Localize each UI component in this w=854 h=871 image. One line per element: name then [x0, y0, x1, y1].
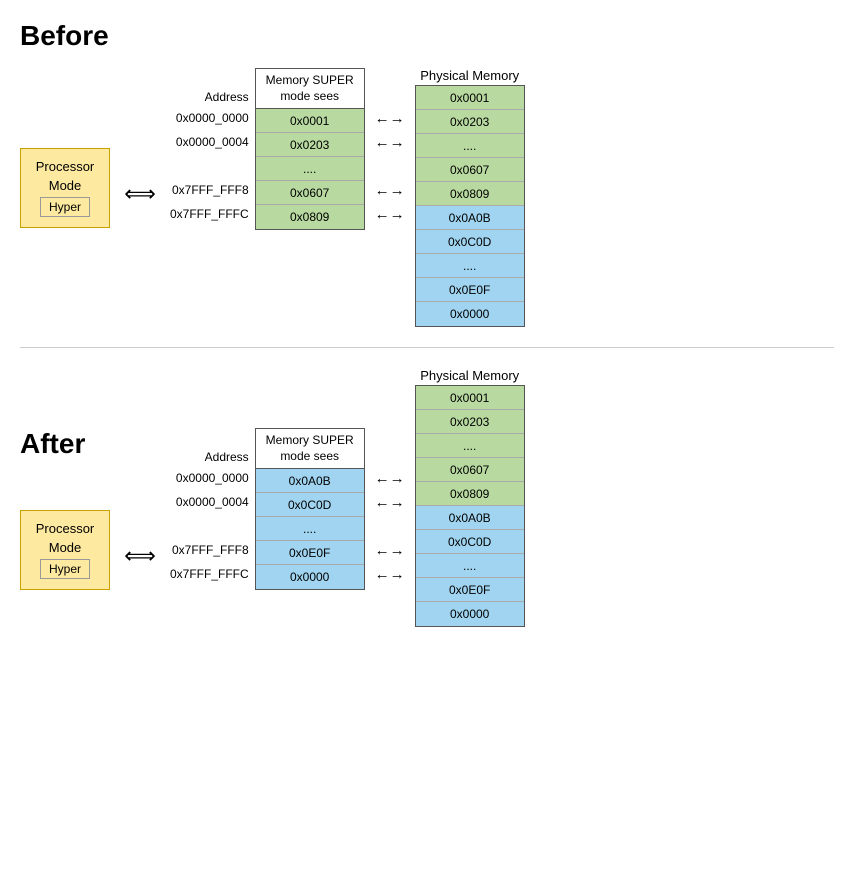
after-proc-arrow: ⟺ — [110, 543, 170, 569]
after-mem-header: Memory SUPERmode sees — [256, 429, 364, 469]
after-addr-header: Address — [170, 428, 249, 466]
before-phys-9: 0x0000 — [416, 302, 524, 326]
after-phys-1: 0x0203 — [416, 410, 524, 434]
after-addr-list: Address 0x0000_0000 0x0000_0004 0x7FFF_F… — [170, 428, 249, 586]
after-addr-2 — [170, 514, 249, 538]
after-phys-7: .... — [416, 554, 524, 578]
after-processor-line2: Mode — [49, 540, 82, 555]
before-phys-7: .... — [416, 254, 524, 278]
before-mem-1: 0x0203 — [256, 133, 364, 157]
after-left: After Processor Mode Hyper ⟺ — [20, 368, 170, 590]
after-phys-6: 0x0C0D — [416, 530, 524, 554]
after-title: After — [20, 428, 170, 460]
after-mem-2: .... — [256, 517, 364, 541]
before-phys-1: 0x0203 — [416, 110, 524, 134]
after-phys-4: 0x0809 — [416, 482, 524, 506]
before-addr-list: Address 0x0000_0000 0x0000_0004 0x7FFF_F… — [170, 68, 249, 226]
before-addr-4: 0x7FFF_FFFC — [170, 202, 249, 226]
after-arrow-3: ←→ — [365, 538, 415, 562]
after-arrow-1: ←→ — [365, 490, 415, 514]
after-addr-0: 0x0000_0000 — [170, 466, 249, 490]
before-addr-mem: Address 0x0000_0000 0x0000_0004 0x7FFF_F… — [170, 68, 365, 230]
after-processor-line1: Processor — [36, 521, 95, 536]
after-mem-col: Memory SUPERmode sees 0x0A0B 0x0C0D ....… — [255, 428, 365, 590]
after-phys-section: Physical Memory 0x0001 0x0203 .... 0x060… — [415, 368, 525, 627]
after-addr-4: 0x7FFF_FFFC — [170, 562, 249, 586]
before-addr-2 — [170, 154, 249, 178]
before-addr-header: Address — [170, 68, 249, 106]
before-phys-section: Physical Memory 0x0001 0x0203 .... 0x060… — [415, 68, 525, 327]
before-phys-2: .... — [416, 134, 524, 158]
before-addr-1: 0x0000_0004 — [170, 130, 249, 154]
before-phys-col: 0x0001 0x0203 .... 0x0607 0x0809 0x0A0B … — [415, 85, 525, 327]
after-phys-9: 0x0000 — [416, 602, 524, 626]
before-mem-0: 0x0001 — [256, 109, 364, 133]
after-processor-box: Processor Mode Hyper — [20, 510, 110, 590]
after-phys-8: 0x0E0F — [416, 578, 524, 602]
before-title: Before — [20, 20, 834, 52]
before-phys-4: 0x0809 — [416, 182, 524, 206]
before-mem-header: Memory SUPERmode sees — [256, 69, 364, 109]
before-hyper-label: Hyper — [40, 197, 90, 217]
before-phys-6: 0x0C0D — [416, 230, 524, 254]
after-hyper-label: Hyper — [40, 559, 90, 579]
before-arrow-spacer — [365, 154, 415, 178]
after-phys-col: 0x0001 0x0203 .... 0x0607 0x0809 0x0A0B … — [415, 385, 525, 627]
before-phys-3: 0x0607 — [416, 158, 524, 182]
before-proc-arrow: ⟺ — [110, 181, 170, 207]
before-phys-8: 0x0E0F — [416, 278, 524, 302]
before-arrow-4: ←→ — [365, 202, 415, 226]
after-arrow-spacer — [365, 514, 415, 538]
before-section: Before Processor Mode Hyper ⟺ Address 0x… — [20, 20, 834, 327]
after-phys-header: Physical Memory — [415, 368, 525, 383]
after-phys-5: 0x0A0B — [416, 506, 524, 530]
section-separator — [20, 347, 834, 348]
before-mem-3: 0x0607 — [256, 181, 364, 205]
before-phys-0: 0x0001 — [416, 86, 524, 110]
before-mem-2: .... — [256, 157, 364, 181]
before-arrow-0: ←→ — [365, 106, 415, 130]
after-addr-mem: Address 0x0000_0000 0x0000_0004 0x7FFF_F… — [170, 428, 365, 590]
after-phys-0: 0x0001 — [416, 386, 524, 410]
after-addr-3: 0x7FFF_FFF8 — [170, 538, 249, 562]
before-addr-0: 0x0000_0000 — [170, 106, 249, 130]
before-addr-3: 0x7FFF_FFF8 — [170, 178, 249, 202]
after-diagram-row: After Processor Mode Hyper ⟺ Address 0x0… — [20, 368, 834, 627]
after-mem-1: 0x0C0D — [256, 493, 364, 517]
after-phys-3: 0x0607 — [416, 458, 524, 482]
before-diagram-row: Processor Mode Hyper ⟺ Address 0x0000_00… — [20, 68, 834, 327]
after-phys-2: .... — [416, 434, 524, 458]
before-processor-box: Processor Mode Hyper — [20, 148, 110, 228]
before-phys-5: 0x0A0B — [416, 206, 524, 230]
after-arrow-4: ←→ — [365, 562, 415, 586]
before-processor-line1: Processor — [36, 159, 95, 174]
after-mid-arrows: ←→ ←→ ←→ ←→ — [365, 466, 415, 586]
after-addr-1: 0x0000_0004 — [170, 490, 249, 514]
after-mem-0: 0x0A0B — [256, 469, 364, 493]
before-arrow-1: ←→ — [365, 130, 415, 154]
before-processor-line2: Mode — [49, 178, 82, 193]
before-arrow-3: ←→ — [365, 178, 415, 202]
after-proc-row: Processor Mode Hyper ⟺ — [20, 470, 170, 590]
after-section: After Processor Mode Hyper ⟺ Address 0x0… — [20, 368, 834, 627]
before-mem-4: 0x0809 — [256, 205, 364, 229]
before-mid-arrows: ←→ ←→ ←→ ←→ — [365, 106, 415, 226]
before-phys-header: Physical Memory — [415, 68, 525, 83]
after-mem-4: 0x0000 — [256, 565, 364, 589]
after-arrow-0: ←→ — [365, 466, 415, 490]
after-phys-header-space — [20, 368, 170, 428]
before-mem-col: Memory SUPERmode sees 0x0001 0x0203 ....… — [255, 68, 365, 230]
after-mem-3: 0x0E0F — [256, 541, 364, 565]
